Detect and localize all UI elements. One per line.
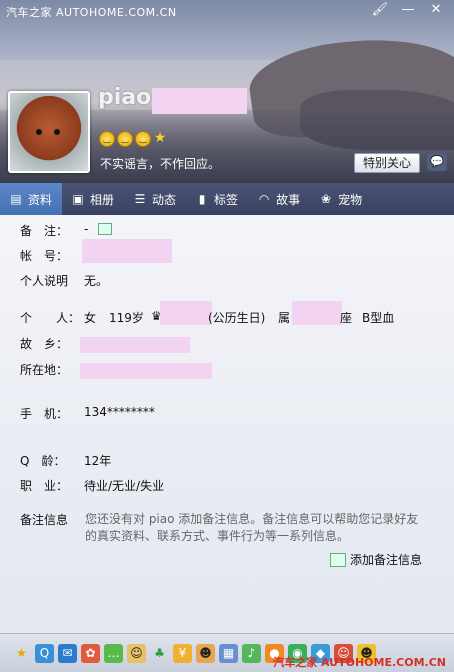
qzone-icon[interactable]: Q bbox=[35, 644, 54, 663]
job-row: 职 业： 待业/无业/失业 bbox=[20, 479, 165, 493]
bottom-app-bar: ★ Q ✉ ✿ … ☺ ♣ ¥ ☻ ▦ ♪ ● ◉ ◆ ☺ ☻ 汽车之家 AUT… bbox=[0, 633, 454, 672]
account-row: 帐 号： bbox=[20, 239, 172, 264]
rainbow-icon: ◠ bbox=[258, 192, 270, 206]
special-care-button[interactable]: 特别关心 bbox=[354, 153, 420, 173]
sun-level-icon: ‿ bbox=[117, 131, 133, 147]
bookmark-icon: ▮ bbox=[198, 192, 206, 206]
music-icon[interactable]: ♪ bbox=[242, 644, 261, 663]
remark-row: 备 注： - bbox=[20, 222, 112, 239]
watermark-top: 汽车之家 AUTOHOME.COM.CN bbox=[6, 6, 177, 19]
mail-icon[interactable]: ✉ bbox=[58, 644, 77, 663]
sun-level-icon: ‿ bbox=[99, 131, 115, 147]
level-badges: ‿ ‿ ‿ ★ bbox=[99, 131, 167, 147]
pet-face-icon[interactable]: ☻ bbox=[196, 644, 215, 663]
tab-tags[interactable]: ▮ 标签 bbox=[186, 183, 248, 215]
photo-album-icon: ▣ bbox=[72, 192, 84, 206]
chat-bubble-icon[interactable]: … bbox=[104, 644, 123, 663]
gender: 女 bbox=[84, 311, 97, 325]
location-row: 所在地： bbox=[20, 361, 212, 379]
close-icon[interactable]: ✕ bbox=[422, 0, 450, 20]
wallet-icon[interactable]: ¥ bbox=[173, 644, 192, 663]
game-character-icon[interactable]: ☺ bbox=[127, 644, 146, 663]
blood-type: B型血 bbox=[362, 311, 395, 325]
gift-icon[interactable]: ✿ bbox=[81, 644, 100, 663]
redacted-account bbox=[82, 239, 172, 263]
profile-card-icon: ▤ bbox=[10, 192, 22, 206]
zodiac-prefix: 属 bbox=[278, 311, 291, 325]
add-remark-button[interactable]: 添加备注信息 bbox=[330, 551, 422, 568]
tab-album[interactable]: ▣ 相册 bbox=[62, 183, 124, 215]
profile-tabs: ▤ 资料 ▣ 相册 ☰ 动态 ▮ 标签 ◠ 故事 ❀ 宠物 bbox=[0, 183, 454, 215]
constellation-suffix: 座 bbox=[340, 311, 353, 325]
age: 119岁 bbox=[109, 311, 144, 325]
minimize-icon[interactable]: — bbox=[394, 0, 422, 20]
star-level-icon: ★ bbox=[153, 130, 167, 146]
watermark-bottom: 汽车之家 AUTOHOME.COM.CN bbox=[273, 656, 446, 669]
tab-feed[interactable]: ☰ 动态 bbox=[124, 183, 186, 215]
remark-info-text: 您还没有对 piao 添加备注信息。备注信息可以帮助您记录好友的真实资料、联系方… bbox=[85, 512, 419, 543]
feed-list-icon: ☰ bbox=[134, 192, 146, 206]
remark-info-label: 备注信息 bbox=[20, 513, 69, 527]
tab-pet[interactable]: ❀ 宠物 bbox=[310, 183, 372, 215]
personal-note-row: 个人说明 无。 bbox=[20, 274, 109, 288]
qage-row: Q 龄： 12年 bbox=[20, 454, 112, 468]
window-controls: 🖌 — ✕ bbox=[366, 0, 450, 20]
nickname: piao bbox=[98, 85, 152, 110]
pet-icon: ❀ bbox=[321, 192, 332, 206]
profile-info-panel: 备 注： - 帐 号： 个人说明 无。 个 人： 女 119岁 ♛ (公历生日)… bbox=[0, 215, 454, 633]
redacted-location bbox=[80, 363, 212, 379]
clover-icon[interactable]: ♣ bbox=[150, 644, 169, 663]
phone-row: 手 机： 134******** bbox=[20, 405, 155, 421]
tab-profile[interactable]: ▤ 资料 bbox=[0, 183, 63, 215]
message-icon[interactable]: 💬 bbox=[427, 153, 447, 171]
avatar[interactable] bbox=[8, 91, 90, 173]
shopping-icon[interactable]: ▦ bbox=[219, 644, 238, 663]
redacted-hometown bbox=[80, 337, 190, 353]
personal-row: 个 人： 女 119岁 ♛ (公历生日) 属 座 B型血 bbox=[20, 301, 394, 326]
sun-level-icon: ‿ bbox=[135, 131, 151, 147]
hometown-row: 故 乡： bbox=[20, 335, 190, 353]
paint-brush-icon[interactable]: 🖌 bbox=[366, 0, 394, 20]
star-icon[interactable]: ★ bbox=[12, 644, 31, 663]
redacted-zodiac bbox=[292, 301, 342, 325]
add-remark-icon bbox=[330, 552, 346, 567]
redacted-birthday bbox=[160, 301, 212, 325]
tab-story[interactable]: ◠ 故事 bbox=[248, 183, 310, 215]
edit-remark-icon[interactable] bbox=[98, 223, 112, 235]
redacted-nickname-suffix bbox=[152, 88, 247, 114]
signature: 不实谣言，不作回应。 bbox=[100, 157, 221, 171]
birthday-suffix: (公历生日) bbox=[208, 311, 266, 325]
